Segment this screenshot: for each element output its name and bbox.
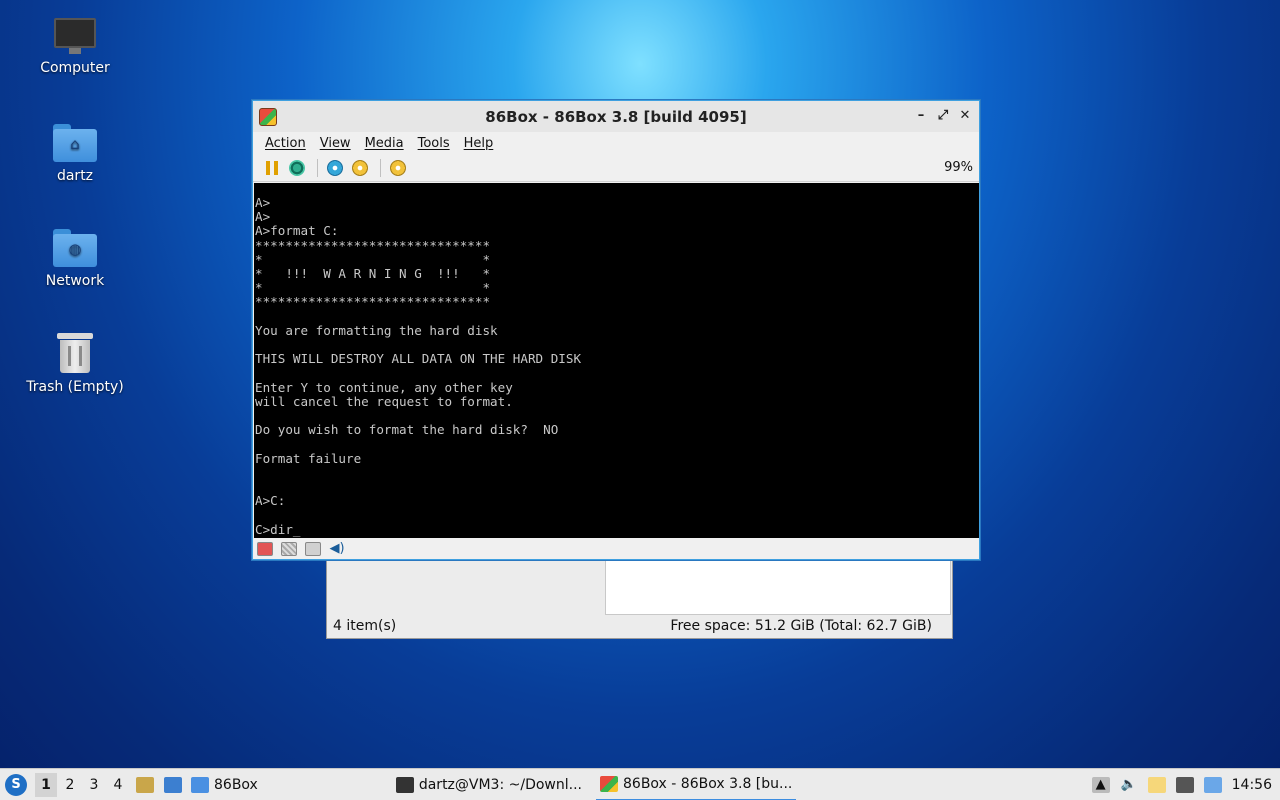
pause-icon (266, 160, 278, 175)
volume-icon[interactable]: 🔈 (1120, 777, 1138, 793)
toolbar-separator (380, 158, 381, 177)
desktop-icon-network[interactable]: ◍ Network (20, 229, 130, 289)
toolbar: 99% (253, 154, 979, 182)
hard-reset-icon (352, 159, 368, 176)
menu-action[interactable]: Action (258, 136, 313, 151)
menu-media[interactable]: Media (358, 136, 411, 151)
menu-view[interactable]: View (313, 136, 358, 151)
emulator-statusbar: ◀) (253, 538, 979, 559)
network-card-icon[interactable] (305, 541, 321, 556)
desktop-icon-label: Network (45, 273, 105, 289)
maximize-button[interactable]: ⤢ (935, 107, 951, 125)
file-manager-pane[interactable] (605, 560, 951, 615)
zoom-level: 99% (944, 160, 973, 175)
menu-help[interactable]: Help (457, 136, 501, 151)
updates-icon[interactable] (1203, 776, 1222, 793)
disk-icon[interactable] (281, 541, 297, 556)
task-label: 86Box - 86Box 3.8 [bu... (623, 775, 793, 792)
show-desktop-icon[interactable] (164, 776, 182, 793)
menubar: Action View Media Tools Help (253, 132, 979, 154)
floppy-icon[interactable] (257, 541, 273, 556)
taskbar: S 1 2 3 4 86Box dartz@VM3: ~/Downl... 86… (0, 768, 1280, 800)
clock[interactable]: 14:56 (1232, 777, 1272, 793)
network-folder-icon: ◍ (53, 229, 97, 267)
free-space: Free space: 51.2 GiB (Total: 62.7 GiB) (670, 618, 932, 634)
tray-up-icon[interactable]: ▲ (1091, 776, 1110, 793)
86box-icon (600, 775, 618, 792)
desktop-icon-computer[interactable]: Computer (20, 18, 130, 76)
menu-tools[interactable]: Tools (411, 136, 457, 151)
start-menu-button[interactable]: S (5, 773, 27, 796)
emulator-screen[interactable]: A> A> A>format C: **********************… (254, 183, 979, 539)
close-button[interactable]: ✕ (957, 107, 973, 125)
home-folder-icon: ⌂ (53, 124, 97, 162)
ctrl-alt-del-button[interactable] (286, 157, 308, 179)
trash-icon (57, 331, 93, 373)
network-icon[interactable] (1175, 776, 1194, 793)
task-terminal[interactable]: dartz@VM3: ~/Downl... (392, 769, 586, 800)
system-tray: ▲ 🔈 14:56 (1091, 776, 1280, 793)
ctrl-alt-del-icon (289, 159, 305, 176)
items-count: 4 item(s) (333, 618, 397, 634)
cdrom-icon (327, 159, 343, 176)
file-manager-launcher-icon[interactable] (136, 776, 154, 793)
workspace-1[interactable]: 1 (35, 772, 57, 797)
cdrom-button[interactable] (324, 157, 346, 179)
settings-icon (390, 159, 406, 176)
minimize-button[interactable]: – (913, 107, 929, 125)
sound-icon[interactable]: ◀) (329, 541, 345, 556)
workspace-2[interactable]: 2 (59, 773, 81, 797)
settings-button[interactable] (387, 157, 409, 179)
computer-icon (54, 18, 96, 54)
titlebar[interactable]: 86Box - 86Box 3.8 [build 4095] – ⤢ ✕ (253, 101, 979, 132)
workspace-3[interactable]: 3 (83, 773, 105, 797)
desktop-icon-label: dartz (56, 168, 94, 184)
terminal-icon (395, 776, 414, 793)
hard-reset-button[interactable] (349, 157, 371, 179)
task-label: 86Box (214, 776, 258, 793)
task-label: dartz@VM3: ~/Downl... (418, 776, 582, 793)
task-86box-folder[interactable]: 86Box (187, 769, 262, 800)
desktop-icon-trash[interactable]: Trash (Empty) (20, 331, 130, 395)
toolbar-separator (317, 158, 318, 177)
desktop-icon-label: Trash (Empty) (26, 379, 124, 395)
clipboard-icon[interactable] (1147, 776, 1166, 793)
emulator-window[interactable]: 86Box - 86Box 3.8 [build 4095] – ⤢ ✕ Act… (252, 100, 980, 560)
window-title: 86Box - 86Box 3.8 [build 4095] (485, 107, 747, 126)
workspace-4[interactable]: 4 (107, 773, 129, 797)
desktop-icon-dartz[interactable]: ⌂ dartz (20, 124, 130, 184)
desktop-icon-label: Computer (40, 60, 110, 76)
terminal-output: A> A> A>format C: **********************… (255, 195, 582, 537)
file-manager-statusbar: 4 item(s) Free space: 51.2 GiB (Total: 6… (327, 614, 952, 638)
folder-icon (191, 776, 209, 793)
pause-button[interactable] (261, 157, 283, 179)
file-manager-window[interactable]: 4 item(s) Free space: 51.2 GiB (Total: 6… (326, 555, 953, 639)
task-86box-window[interactable]: 86Box - 86Box 3.8 [bu... (596, 769, 797, 800)
